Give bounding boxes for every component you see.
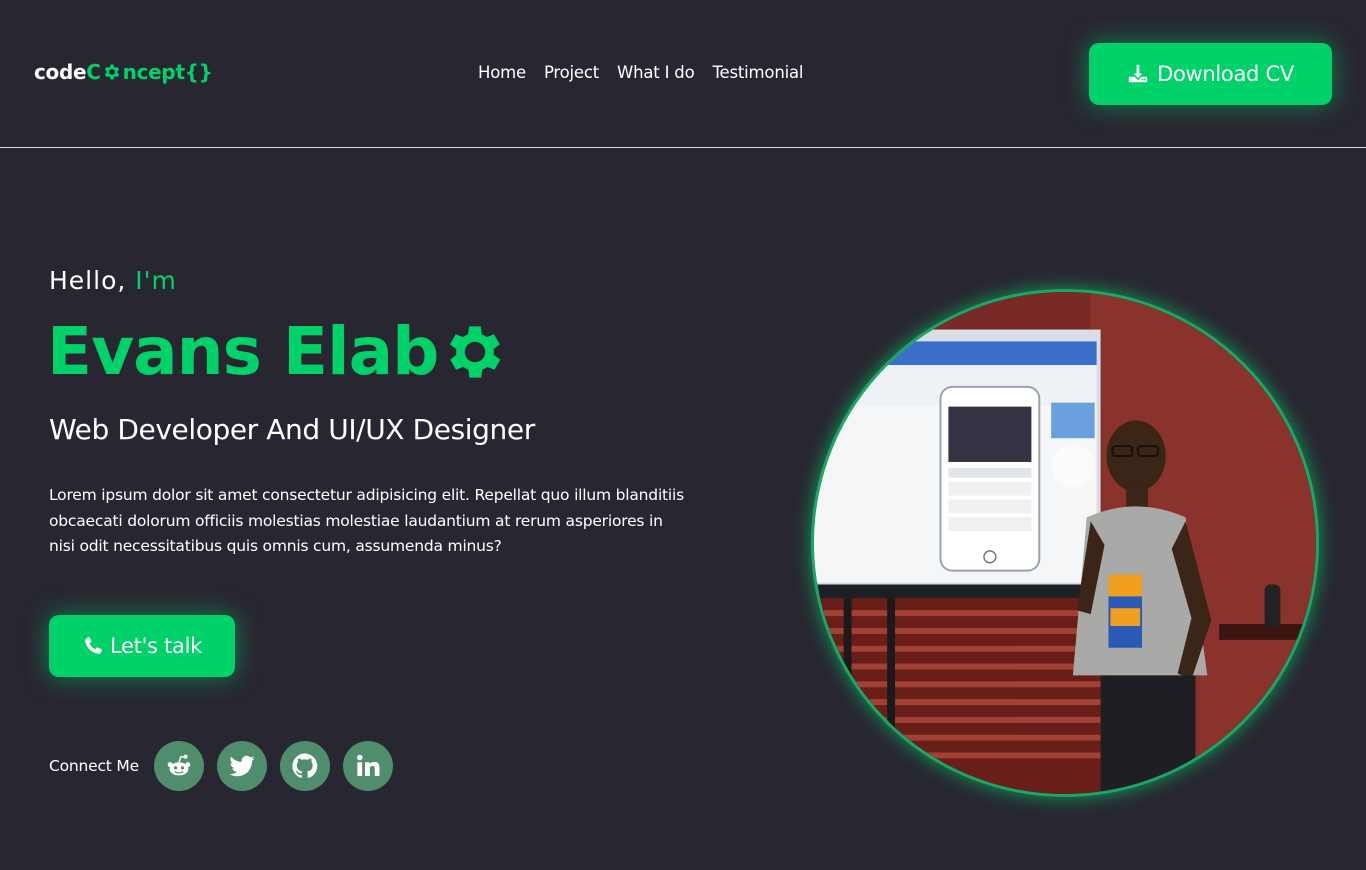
logo[interactable]: code C ncept{} bbox=[34, 60, 213, 84]
profile-photo-illustration bbox=[814, 292, 1316, 794]
nav-home[interactable]: Home bbox=[478, 63, 526, 82]
twitter-link[interactable] bbox=[216, 741, 267, 791]
download-icon bbox=[1128, 64, 1148, 83]
twitter-icon bbox=[229, 755, 255, 777]
greeting-im: I'm bbox=[135, 266, 177, 295]
linkedin-link[interactable] bbox=[342, 741, 393, 791]
greeting-hello: Hello, bbox=[49, 266, 127, 295]
reddit-icon bbox=[167, 754, 191, 776]
reddit-link[interactable] bbox=[153, 741, 204, 791]
hero-name-text: Evans Elab bbox=[47, 313, 439, 390]
github-link[interactable] bbox=[279, 741, 330, 791]
gear-icon bbox=[104, 64, 119, 80]
logo-text-c: C bbox=[86, 60, 101, 84]
download-cv-label: Download CV bbox=[1157, 62, 1294, 86]
profile-photo bbox=[811, 289, 1319, 797]
hero-role: Web Developer And UI/UX Designer bbox=[49, 413, 535, 446]
main-nav: Home Project What I do Testimonial bbox=[478, 63, 803, 82]
social-links: Connect Me bbox=[49, 741, 393, 791]
download-cv-button[interactable]: Download CV bbox=[1089, 43, 1332, 105]
hero-name: Evans Elab bbox=[47, 313, 510, 390]
logo-text-code: code bbox=[34, 60, 87, 84]
gear-icon bbox=[450, 325, 501, 378]
lets-talk-label: Let's talk bbox=[110, 634, 202, 658]
github-icon bbox=[292, 753, 318, 778]
logo-text-ncept: ncept{} bbox=[122, 60, 213, 84]
lets-talk-button[interactable]: Let's talk bbox=[49, 615, 235, 677]
greeting: Hello, I'm bbox=[49, 266, 177, 295]
nav-testimonial[interactable]: Testimonial bbox=[712, 63, 803, 82]
nav-project[interactable]: Project bbox=[544, 63, 599, 82]
linkedin-icon bbox=[356, 754, 380, 776]
nav-what-i-do[interactable]: What I do bbox=[617, 63, 695, 82]
phone-icon bbox=[85, 636, 102, 654]
site-header: code C ncept{} Home Project What I do Te… bbox=[0, 0, 1366, 148]
hero-bio: Lorem ipsum dolor sit amet consectetur a… bbox=[49, 486, 685, 555]
connect-label: Connect Me bbox=[49, 757, 139, 775]
